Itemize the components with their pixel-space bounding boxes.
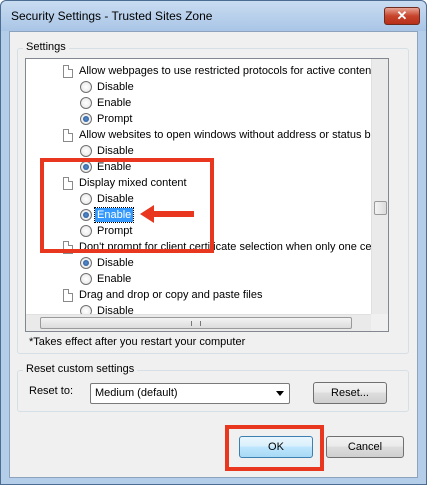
reset-group-label: Reset custom settings xyxy=(23,363,138,375)
window-title: Security Settings - Trusted Sites Zone xyxy=(11,9,213,23)
option-label[interactable]: Enable xyxy=(97,96,131,110)
setting-label: Drag and drop or copy and paste files xyxy=(79,289,263,301)
setting-option[interactable]: Enable xyxy=(26,96,372,112)
radio-button[interactable] xyxy=(80,113,92,125)
setting-item: Allow webpages to use restricted protoco… xyxy=(26,64,372,80)
cancel-button[interactable]: Cancel xyxy=(326,436,404,458)
document-icon xyxy=(63,289,73,302)
option-label[interactable]: Prompt xyxy=(97,112,132,126)
title-bar[interactable]: Security Settings - Trusted Sites Zone ✕ xyxy=(1,1,426,31)
setting-option[interactable]: Disable xyxy=(26,80,372,96)
radio-button[interactable] xyxy=(80,81,92,93)
reset-to-label: Reset to: xyxy=(29,385,74,397)
setting-item: Allow websites to open windows without a… xyxy=(26,128,372,144)
option-label[interactable]: Disable xyxy=(97,144,134,158)
close-button[interactable]: ✕ xyxy=(384,7,420,25)
restart-note: *Takes effect after you restart your com… xyxy=(29,336,246,348)
setting-option[interactable]: Disable xyxy=(26,256,372,272)
radio-button[interactable] xyxy=(80,145,92,157)
scrollbar-corner xyxy=(371,314,388,331)
document-icon xyxy=(63,65,73,78)
horizontal-scrollbar[interactable] xyxy=(26,314,372,331)
red-arrow-icon xyxy=(140,205,194,223)
setting-item: Drag and drop or copy and paste files xyxy=(26,288,372,304)
document-icon xyxy=(63,129,73,142)
radio-button[interactable] xyxy=(80,97,92,109)
setting-label: Allow webpages to use restricted protoco… xyxy=(79,65,372,77)
setting-option[interactable]: Enable xyxy=(26,272,372,288)
reset-level-value: Medium (default) xyxy=(95,387,178,399)
option-label[interactable]: Enable xyxy=(97,272,131,286)
security-settings-window: Security Settings - Trusted Sites Zone ✕… xyxy=(0,0,427,485)
option-label[interactable]: Disable xyxy=(97,80,134,94)
highlight-box-ok-button xyxy=(225,425,324,471)
chevron-down-icon xyxy=(276,391,284,396)
settings-group-label: Settings xyxy=(23,41,69,53)
reset-button[interactable]: Reset... xyxy=(313,382,387,404)
setting-option[interactable]: Prompt xyxy=(26,112,372,128)
vertical-scroll-thumb[interactable] xyxy=(374,201,387,215)
radio-button[interactable] xyxy=(80,257,92,269)
reset-level-select[interactable]: Medium (default) xyxy=(90,383,290,404)
setting-label: Allow websites to open windows without a… xyxy=(79,129,372,141)
horizontal-scroll-thumb[interactable] xyxy=(40,317,352,329)
option-label[interactable]: Disable xyxy=(97,256,134,270)
vertical-scrollbar[interactable] xyxy=(371,59,388,315)
radio-button[interactable] xyxy=(80,273,92,285)
